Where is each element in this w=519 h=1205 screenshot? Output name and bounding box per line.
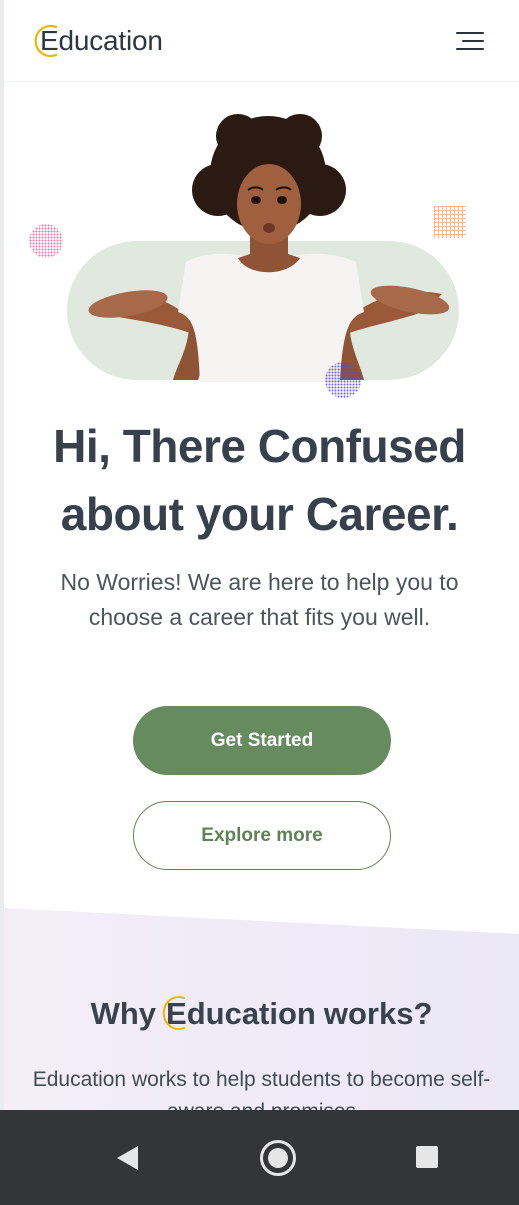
brand-c-mark-icon [162, 996, 186, 1030]
explore-more-button[interactable]: Explore more [133, 801, 391, 870]
pink-dot-pattern [29, 224, 63, 258]
home-circle-icon[interactable] [260, 1140, 296, 1176]
android-nav-bar [0, 1110, 519, 1205]
confused-woman-image [88, 114, 450, 382]
why-section: Why Education works? Education works to … [4, 908, 519, 1110]
hamburger-menu-icon[interactable] [448, 24, 488, 60]
purple-dot-pattern [325, 362, 361, 398]
hero-illustration [0, 100, 519, 400]
why-section-title: Why Education works? [4, 996, 519, 1032]
why-title-brand-wrap: Education [162, 996, 316, 1032]
back-triangle-icon[interactable] [114, 1144, 140, 1172]
why-title-suffix: works? [323, 996, 433, 1031]
hero-headline: Hi, There Confused about your Career. [53, 420, 466, 540]
hero-subtext: No Worries! We are here to help you to c… [60, 569, 459, 630]
why-section-body: Education works to help students to beco… [32, 1068, 491, 1110]
why-title-prefix: Why [90, 996, 157, 1031]
site-logo[interactable]: Education [30, 20, 163, 62]
recents-square-icon[interactable] [416, 1146, 438, 1168]
top-header: Education [4, 0, 519, 82]
logo-text: Education [40, 25, 163, 56]
get-started-button[interactable]: Get Started [133, 706, 391, 775]
